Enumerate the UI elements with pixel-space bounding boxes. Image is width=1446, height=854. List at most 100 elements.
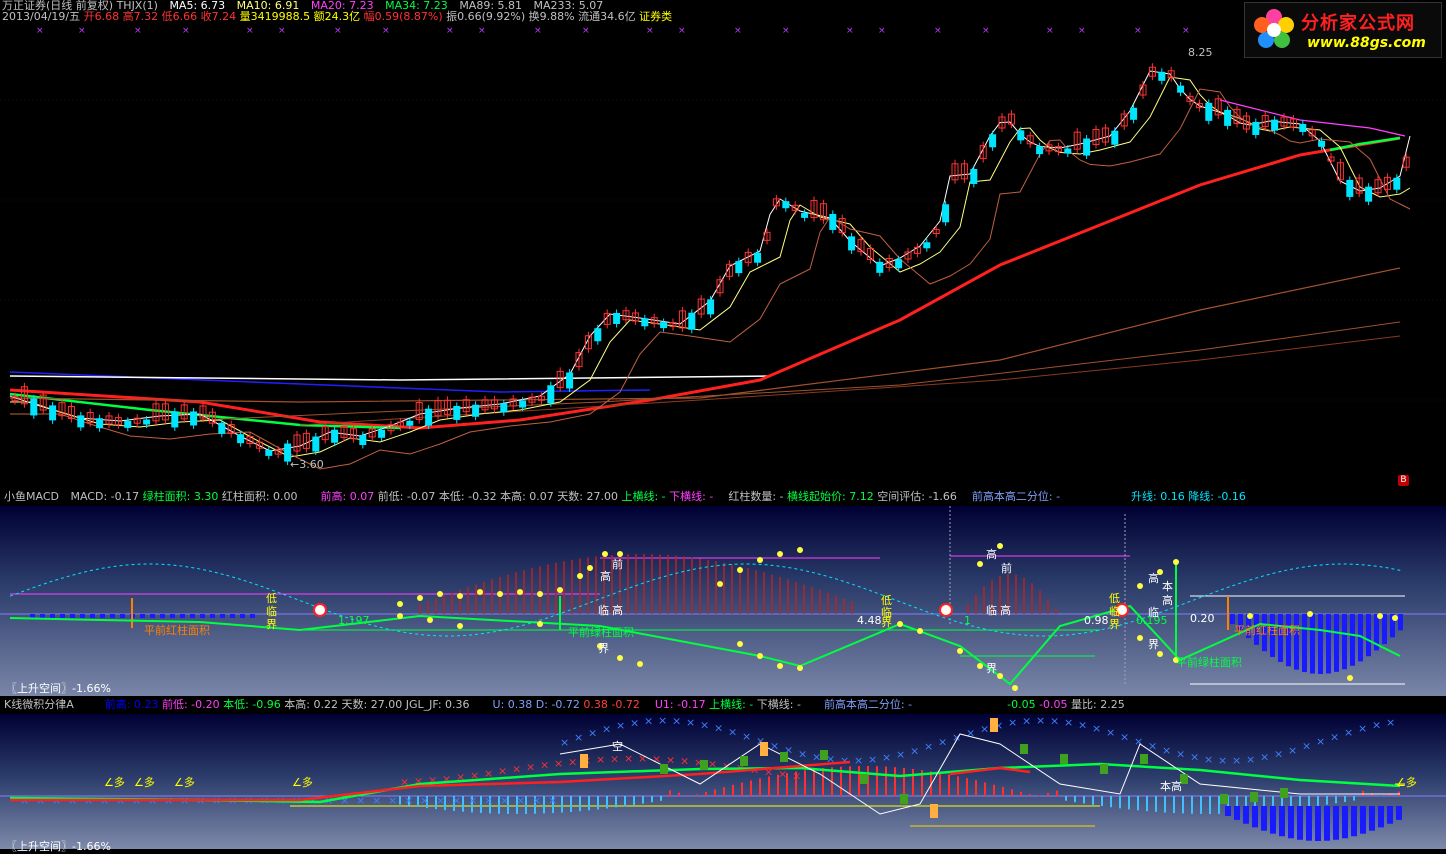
macd-signal-dot xyxy=(777,663,783,669)
macd-signal-dot xyxy=(1307,611,1313,617)
x-marker: × xyxy=(372,794,381,807)
kline-blue-bar xyxy=(1234,806,1240,820)
x-marker: × xyxy=(1288,744,1297,757)
candle-body xyxy=(1205,102,1213,121)
x-marker: × xyxy=(778,768,787,781)
x-marker: × xyxy=(1190,751,1199,764)
kline-box xyxy=(860,774,868,784)
kline-calculus-panel[interactable]: × × × × × × × × × × × × × × × × × × × × × × × × × × × × × × × × × × × × × × × ×… xyxy=(0,714,1446,853)
macd-value: MACD: -0.17 xyxy=(70,490,140,503)
kline-blue-bar xyxy=(1333,806,1339,840)
macd-signal-dot xyxy=(717,581,723,587)
macd-indicator-name[interactable]: 小鱼MACD xyxy=(4,490,59,503)
macd-cur-high: 本高: 0.07 xyxy=(500,490,554,503)
kline-v2: -0.72 xyxy=(611,698,640,711)
macd-signal-dot xyxy=(977,561,983,567)
macd-signal-dot xyxy=(537,591,543,597)
macd-label-prev-green-area-2: 平前绿柱面积 xyxy=(1176,656,1242,669)
macd-blue-bar xyxy=(1310,614,1315,674)
candle-body xyxy=(1158,71,1166,81)
kline-blue-bar xyxy=(1306,806,1312,841)
macd-days: 天数: 27.00 xyxy=(557,490,618,503)
x-marker: × xyxy=(36,26,44,36)
macd-signal-dot xyxy=(617,655,623,661)
kline-calculus-chart[interactable]: × × × × × × × × × × × × × × × × × × × × × × × × × × × × × × × × × × × × × × × ×… xyxy=(0,714,1446,849)
macd-blue-bar xyxy=(100,614,105,618)
macd-signal-dot xyxy=(397,601,403,607)
site-logo: 分析家公式网 www.88gs.com xyxy=(1244,2,1442,58)
x-marker: × xyxy=(246,26,254,36)
candle-body xyxy=(970,168,978,184)
macd-label-high-6: 高 xyxy=(1162,594,1173,607)
candle-body xyxy=(519,400,527,408)
macd-blue-bar xyxy=(120,614,125,618)
candle-body xyxy=(1036,146,1044,155)
macd-blue-bar xyxy=(240,614,245,618)
macd-blue-bar xyxy=(50,614,55,618)
macd-blue-bar xyxy=(1350,614,1355,666)
x-marker: × xyxy=(1008,716,1017,729)
kline-indicator-name[interactable]: K线微积分律A xyxy=(4,698,74,711)
macd-down-line: 下横线: - xyxy=(669,490,714,503)
x-marker: × xyxy=(588,727,597,740)
candle-body xyxy=(801,212,809,218)
candle-body xyxy=(453,405,461,420)
macd-label-bound-6: 界 xyxy=(1148,638,1159,651)
candle-body xyxy=(143,419,151,425)
b-signal-badge[interactable]: B xyxy=(1398,475,1409,486)
x-marker: × xyxy=(868,753,877,766)
macd-panel[interactable]: 低 临 界 平前红柱面积 1.197 高 前 临 高 平前绿柱面积 界 低 临 … xyxy=(0,506,1446,696)
kline-cur-high: 本高: 0.22 xyxy=(284,698,338,711)
x-marker: × xyxy=(1182,26,1190,36)
x-marker: × xyxy=(1050,714,1059,727)
candle-body xyxy=(1017,130,1025,141)
candle-body xyxy=(594,328,602,342)
macd-value-020: 0.20 xyxy=(1190,612,1215,625)
x-marker: × xyxy=(404,794,413,807)
kline-box xyxy=(700,760,708,770)
macd-label-prev-green-area: 平前绿柱面积 xyxy=(568,626,634,639)
macd-quantile: 前高本高二分位: - xyxy=(971,490,1061,503)
x-marker: × xyxy=(1106,726,1115,739)
kline-prev-high: 前高: 0.23 xyxy=(104,698,159,711)
macd-signal-dot xyxy=(1247,613,1253,619)
x-marker: × xyxy=(700,718,709,731)
x-marker: × xyxy=(792,769,801,782)
candle-body xyxy=(876,261,884,273)
candle-body xyxy=(1252,121,1260,135)
quote-high: 高7.32 xyxy=(122,10,159,23)
x-marker: × xyxy=(1022,715,1031,728)
x-marker: × xyxy=(910,744,919,757)
x-marker: × xyxy=(1176,748,1185,761)
candlestick-panel[interactable]: ×××××××××××××××××××××××××××× 万正证券(日线 前复权… xyxy=(0,0,1446,488)
quote-amplitude: 振0.66(9.92%) xyxy=(446,10,526,23)
macd-signal-dot xyxy=(797,547,803,553)
x-marker: × xyxy=(512,763,521,776)
macd-blue-bar xyxy=(1382,614,1387,645)
macd-signal-dot xyxy=(997,543,1003,549)
candle-body xyxy=(1318,140,1326,147)
macd-signal-dot xyxy=(1012,685,1018,691)
macd-blue-bar xyxy=(1334,614,1339,672)
macd-prev-low: 前低: -0.07 xyxy=(377,490,436,503)
candle-body xyxy=(547,385,555,404)
macd-red-area: 红柱面积: 0.00 xyxy=(221,490,298,503)
kline-days: 天数: 27.00 xyxy=(341,698,403,711)
candle-body xyxy=(1083,138,1091,156)
candle-body xyxy=(218,422,226,434)
kline-quantile: 前高本高二分位: - xyxy=(823,698,913,711)
macd-value-1197: 1.197 xyxy=(338,614,370,627)
x-marker: × xyxy=(938,735,947,748)
ma-brown-line-2 xyxy=(199,321,1401,421)
macd-blue-bar xyxy=(1302,614,1307,673)
x-marker: × xyxy=(924,740,933,753)
x-marker: × xyxy=(134,26,142,36)
candlestick-chart[interactable]: ×××××××××××××××××××××××××××× xyxy=(0,0,1446,488)
macd-blue-bar xyxy=(220,614,225,618)
x-marker: × xyxy=(1046,26,1054,36)
macd-blue-bar xyxy=(1366,614,1371,657)
candle-body xyxy=(425,408,433,426)
x-marker: × xyxy=(308,794,317,807)
kline-duo-label-1: ∠多 xyxy=(104,776,125,789)
macd-signal-dot xyxy=(757,653,763,659)
